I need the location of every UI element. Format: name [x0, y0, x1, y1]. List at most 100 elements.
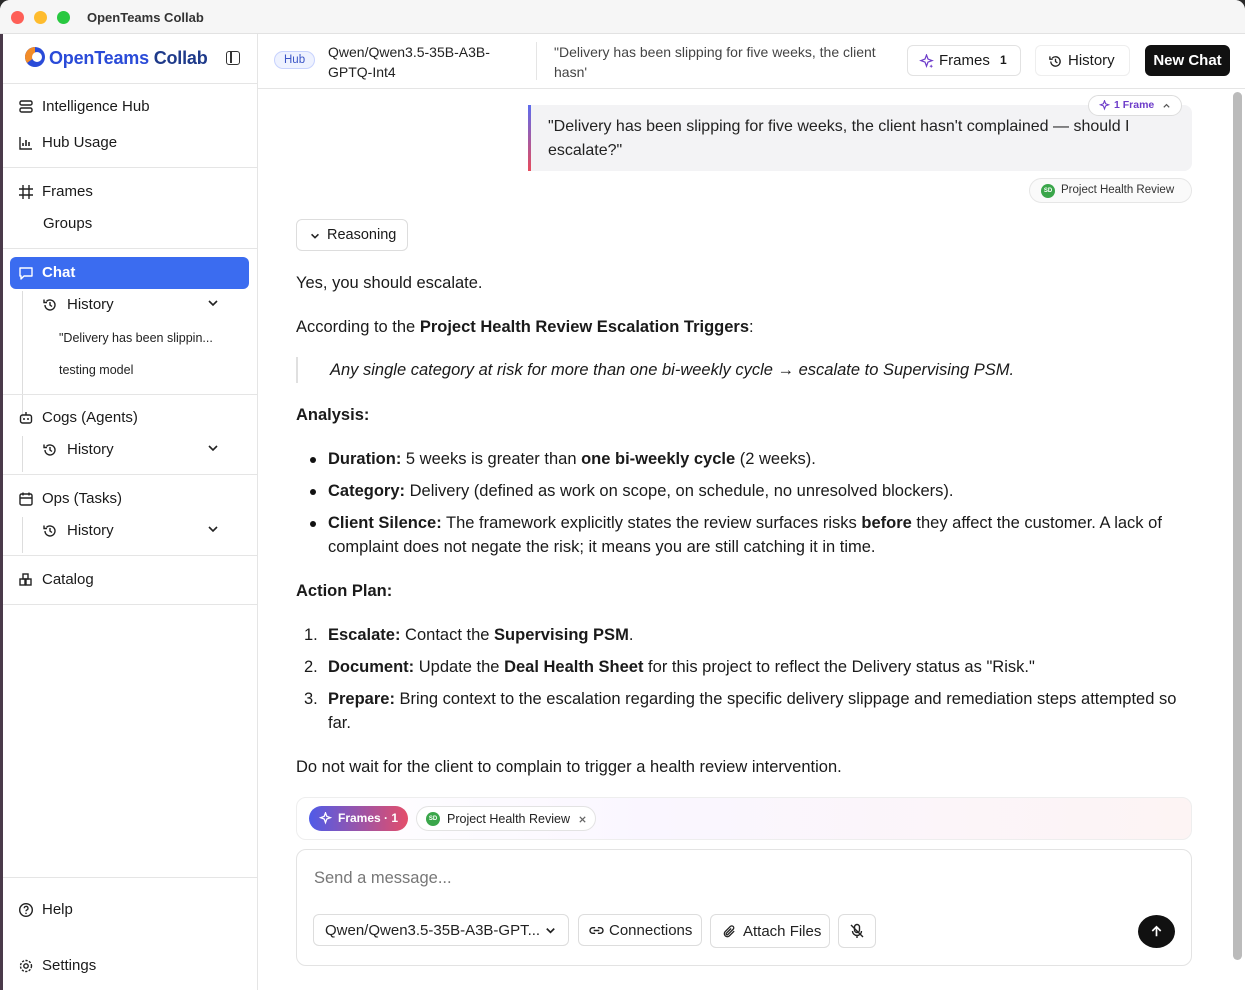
bar-chart-icon [19, 137, 32, 150]
mic-off-button[interactable] [838, 914, 876, 948]
analysis-heading: Analysis: [296, 406, 370, 424]
item-text: Contact the [400, 626, 495, 644]
sidebar: OpenTeams Collab Intelligence Hub Hub Us… [0, 34, 258, 990]
user-message: "Delivery has been slipping for five wee… [528, 105, 1192, 171]
message-frame-tag[interactable]: SD Project Health Review [1029, 178, 1192, 203]
chevron-down-icon [208, 445, 218, 452]
attach-files-button[interactable]: Attach Files [710, 914, 830, 948]
item-label: Document: [328, 658, 415, 676]
chat-history-toggle[interactable]: History [34, 290, 248, 320]
item-emphasis: Supervising PSM [494, 626, 629, 644]
window-title: OpenTeams Collab [87, 10, 204, 25]
sidebar-item-chat[interactable]: Chat [10, 257, 249, 289]
sidebar-item-catalog[interactable]: Catalog [10, 564, 249, 596]
message-input[interactable]: Send a message... [314, 869, 452, 888]
history-label: History [67, 296, 114, 313]
sidebar-item-label: Settings [42, 957, 97, 974]
frame-pill-label: 1 Frame [1114, 99, 1155, 111]
hub-badge: Hub [274, 51, 316, 69]
analysis-item: Duration: 5 weeks is greater than one bi… [328, 447, 1190, 471]
cogs-history-toggle[interactable]: History [34, 435, 248, 465]
window-edge [0, 34, 3, 990]
item-label: Escalate: [328, 626, 401, 644]
chat-history-item[interactable]: testing model [59, 363, 133, 377]
frame-tag-label: Project Health Review [1061, 184, 1175, 196]
sidebar-item-settings[interactable]: Settings [10, 950, 249, 982]
frame-avatar: SD [426, 812, 440, 826]
robot-icon [19, 412, 33, 424]
model-name: Qwen/Qwen3.5-35B-A3B-GPTQ-Int4 [328, 44, 490, 80]
divider [0, 555, 258, 556]
reference-prefix: According to the [296, 318, 420, 336]
connections-button[interactable]: Connections [578, 914, 702, 946]
close-window-button[interactable] [11, 11, 24, 24]
frames-button[interactable]: Frames 1 [907, 45, 1021, 76]
sidebar-item-hub-usage[interactable]: Hub Usage [10, 127, 249, 159]
tree-line [22, 436, 23, 472]
history-icon [43, 525, 56, 537]
calendar-task-icon [19, 492, 33, 506]
sidebar-item-cogs[interactable]: Cogs (Agents) [10, 402, 249, 434]
title-bar: OpenTeams Collab [0, 0, 1245, 34]
model-select-value: Qwen/Qwen3.5-35B-A3B-GPT... [325, 922, 541, 939]
logo-wordmark[interactable]: OpenTeams Collab [49, 48, 208, 69]
analysis-item: Category: Delivery (defined as work on s… [328, 479, 1190, 503]
sparkle-icon [319, 812, 332, 825]
sidebar-item-label: Help [42, 901, 73, 918]
item-label: Duration: [328, 450, 402, 468]
sidebar-item-label: Frames [42, 183, 93, 200]
plan-heading: Action Plan: [296, 582, 393, 600]
close-icon[interactable] [578, 815, 587, 824]
frame-chip-label: Project Health Review [447, 812, 570, 826]
sidebar-item-help[interactable]: Help [10, 894, 249, 926]
connections-label: Connections [609, 922, 693, 939]
sidebar-item-groups[interactable]: Groups [10, 208, 249, 240]
sparkle-icon [1099, 100, 1110, 111]
scrollbar[interactable] [1233, 92, 1242, 960]
history-button[interactable]: History [1035, 45, 1130, 76]
frame-chip[interactable]: SD Project Health Review [416, 806, 596, 831]
bullet [310, 521, 316, 527]
frame-avatar: SD [1041, 184, 1055, 198]
mic-off-icon [850, 923, 864, 938]
paperclip-icon [723, 925, 735, 938]
history-label: History [67, 522, 114, 539]
sidebar-item-intelligence-hub[interactable]: Intelligence Hub [10, 91, 249, 123]
sidebar-item-frames[interactable]: Frames [10, 176, 249, 208]
chat-history-item[interactable]: "Delivery has been slippin... [59, 331, 213, 345]
ops-history-toggle[interactable]: History [34, 516, 248, 546]
frames-chip-label: Frames · 1 [338, 811, 399, 825]
logo-open-text: Open [49, 48, 95, 68]
openteams-logo-icon [24, 47, 45, 67]
sidebar-item-label: Groups [43, 215, 93, 232]
chevron-down-icon [208, 526, 218, 533]
tree-line [22, 291, 23, 418]
sidebar-item-ops[interactable]: Ops (Tasks) [10, 483, 249, 515]
send-button[interactable] [1138, 915, 1175, 948]
bullet [310, 489, 316, 495]
analysis-item: Client Silence: The framework explicitly… [328, 511, 1190, 559]
chat-bubble-icon [19, 267, 33, 280]
frames-chip[interactable]: Frames · 1 [309, 806, 408, 831]
reasoning-label: Reasoning [327, 227, 397, 243]
reasoning-toggle[interactable]: Reasoning [296, 219, 408, 251]
new-chat-button[interactable]: New Chat [1145, 45, 1230, 76]
chat-header: Hub Qwen/Qwen3.5-35B-A3B-GPTQ-Int4 "Deli… [258, 34, 1245, 89]
message-frame-pill[interactable]: 1 Frame [1088, 95, 1182, 116]
plan-item: Prepare: Bring context to the escalation… [328, 687, 1190, 735]
gear-icon [19, 959, 33, 973]
item-label: Category: [328, 482, 406, 500]
composer-frames-bar: Frames · 1 SD Project Health Review [296, 797, 1192, 840]
model-select[interactable]: Qwen/Qwen3.5-35B-A3B-GPT... [313, 914, 569, 946]
zoom-window-button[interactable] [57, 11, 70, 24]
arrow-up-icon [1151, 925, 1162, 937]
sidebar-toggle-icon[interactable] [226, 51, 240, 65]
chevron-down-icon [208, 300, 218, 307]
minimize-window-button[interactable] [34, 11, 47, 24]
reference-suffix: : [749, 318, 754, 336]
blockquote: Any single category at risk for more tha… [296, 357, 1191, 383]
item-text: Update the [414, 658, 505, 676]
item-text: for this project to reflect the Delivery… [643, 658, 1035, 676]
divider [0, 394, 258, 395]
sidebar-item-label: Catalog [42, 571, 94, 588]
